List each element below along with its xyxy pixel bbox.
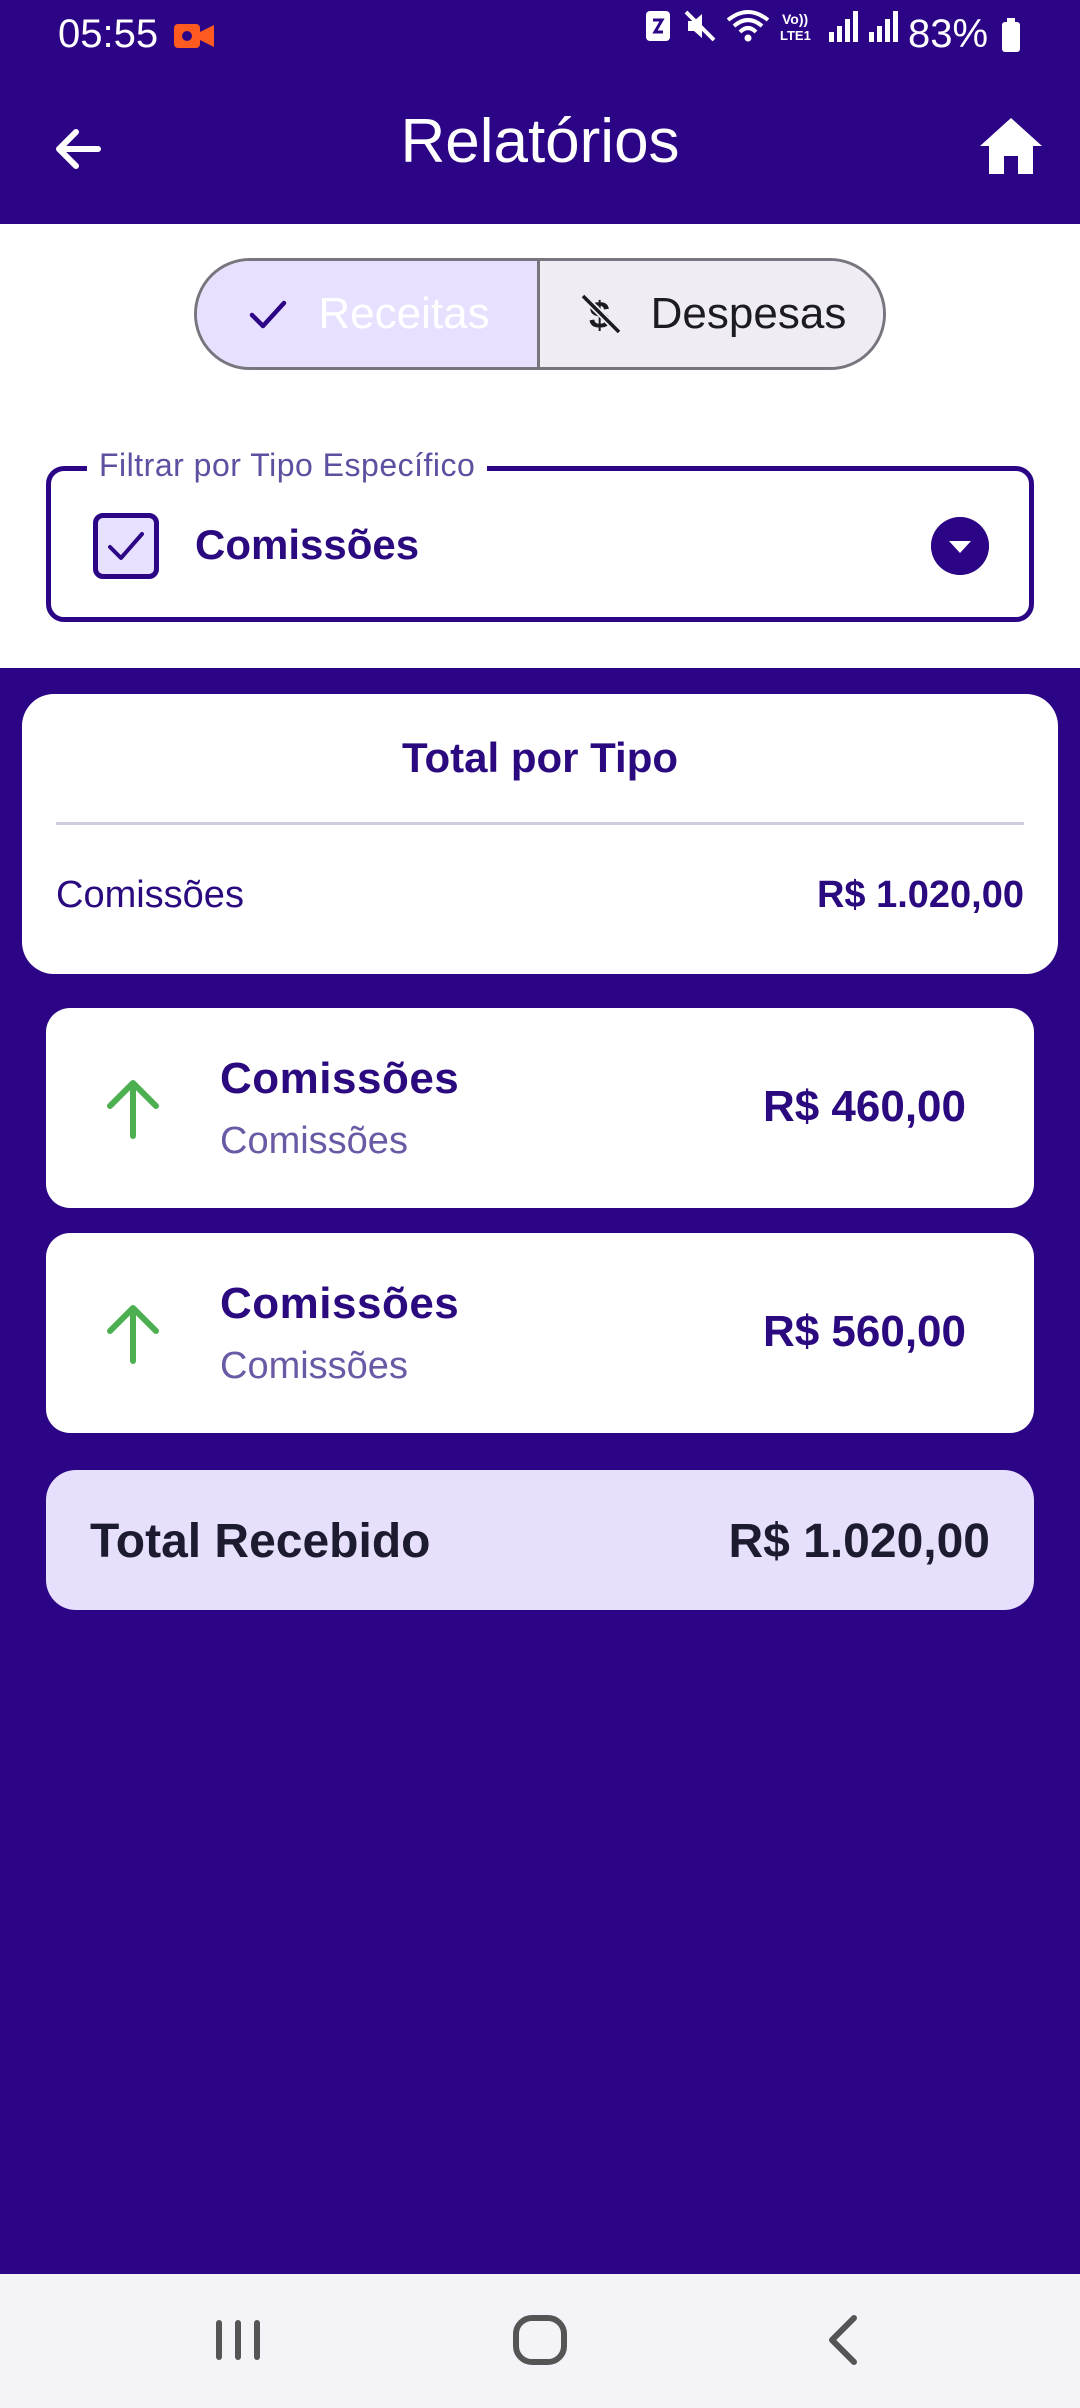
entry-title: Comissões — [220, 1054, 460, 1103]
mute-icon — [684, 10, 716, 42]
recording-icon — [174, 24, 214, 48]
divider — [56, 822, 1024, 825]
filter-selected-value: Comissões — [195, 521, 420, 568]
list-item[interactable]: Comissões Comissões R$ 560,00 — [46, 1233, 1034, 1433]
segment-despesas-label: Despesas — [650, 289, 847, 338]
total-by-type-title: Total por Tipo — [401, 734, 679, 781]
segment-despesas[interactable]: $ Despesas — [540, 261, 883, 367]
check-icon — [250, 300, 287, 329]
arrow-up-icon — [107, 1080, 159, 1139]
total-received-value: R$ 1.020,00 — [728, 1515, 990, 1568]
home-nav-icon[interactable] — [508, 2308, 572, 2372]
total-received-label: Total Recebido — [90, 1515, 431, 1568]
type-segmented-control: Receitas $ Despesas — [194, 258, 886, 370]
total-by-type-card: Total por Tipo Comissões R$ 1.020,00 — [22, 694, 1058, 974]
type-row-value: R$ 1.020,00 — [816, 874, 1024, 916]
segment-receitas-label: Receitas — [318, 289, 490, 338]
entry-value: R$ 560,00 — [762, 1307, 966, 1356]
signal-icon — [829, 11, 858, 42]
entry-subtitle: Comissões — [220, 1120, 408, 1162]
type-row-label: Comissões — [56, 874, 244, 916]
dropdown-arrow-icon[interactable] — [931, 517, 989, 575]
svg-text:LTE1: LTE1 — [780, 28, 811, 43]
nfc-icon — [646, 11, 670, 41]
recent-apps-icon[interactable] — [206, 2308, 270, 2372]
total-received-card: Total Recebido R$ 1.020,00 — [46, 1470, 1034, 1610]
app-bar: Relatórios — [0, 72, 1080, 224]
type-filter-dropdown[interactable]: Filtrar por Tipo Específico Comissões — [46, 447, 1034, 622]
money-off-icon: $ — [580, 293, 622, 337]
battery-icon — [1002, 18, 1020, 52]
home-icon[interactable] — [976, 112, 1046, 182]
svg-text:Vo)): Vo)) — [782, 11, 808, 27]
status-bar: 05:55 Vo)) LTE1 83% — [0, 0, 1080, 72]
check-icon — [108, 532, 144, 560]
volte-icon: Vo)) LTE1 — [780, 11, 811, 43]
system-nav-bar — [0, 2274, 1080, 2408]
segment-receitas[interactable]: Receitas — [197, 261, 540, 367]
filter-label: Filtrar por Tipo Específico — [87, 447, 488, 484]
filter-checkbox[interactable] — [93, 513, 159, 579]
arrow-up-icon — [107, 1305, 159, 1364]
back-nav-icon[interactable] — [812, 2308, 876, 2372]
entry-value: R$ 460,00 — [762, 1082, 966, 1131]
wifi-icon — [726, 10, 770, 42]
signal-icon — [869, 11, 898, 42]
battery-level: 83% — [908, 12, 989, 56]
status-time: 05:55 — [58, 12, 159, 56]
entry-subtitle: Comissões — [220, 1345, 408, 1387]
list-item[interactable]: Comissões Comissões R$ 460,00 — [46, 1008, 1034, 1208]
entry-title: Comissões — [220, 1279, 460, 1328]
page-title: Relatórios — [400, 107, 680, 176]
filter-header: Receitas $ Despesas Filtrar por Tipo Esp… — [0, 224, 1080, 668]
